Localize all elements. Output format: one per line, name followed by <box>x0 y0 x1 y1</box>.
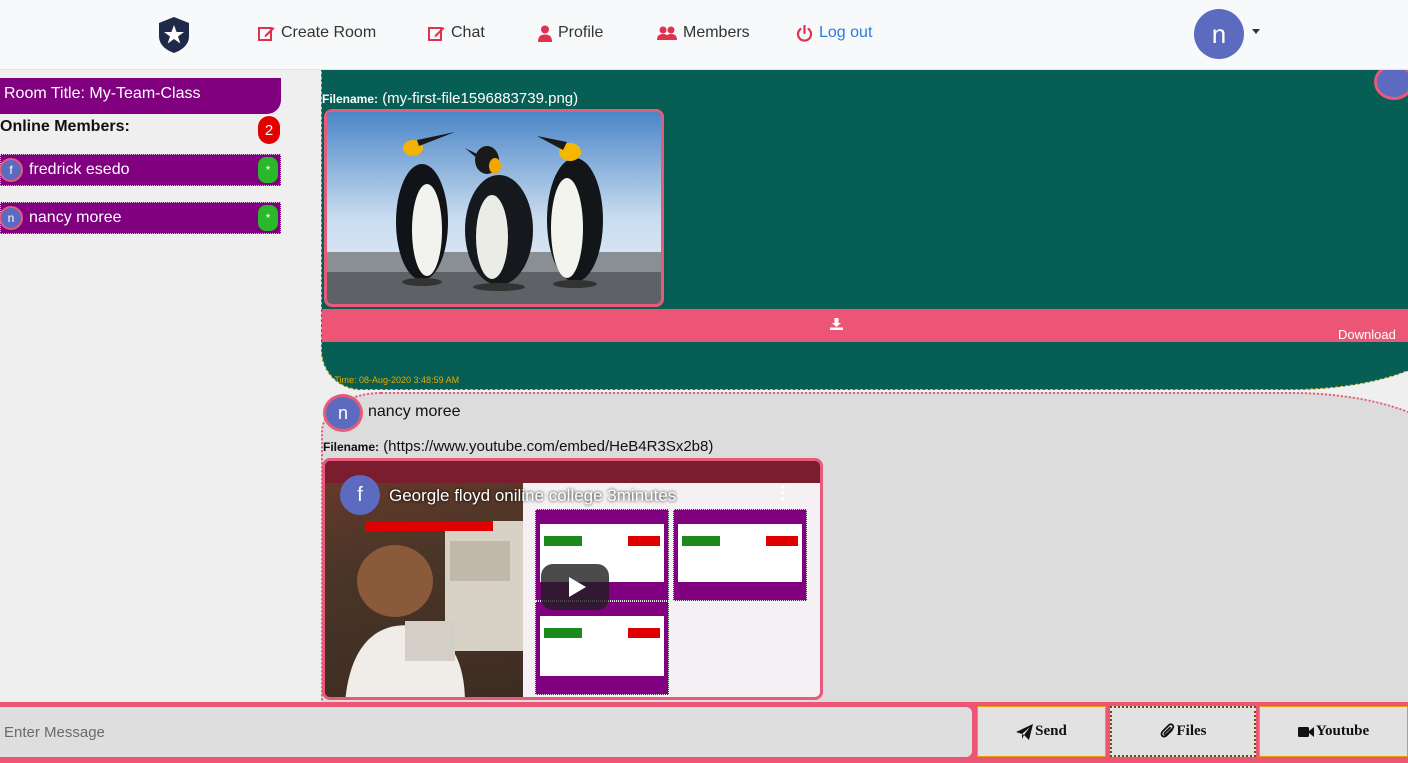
message-input[interactable] <box>0 707 972 757</box>
send-label: Send <box>1035 723 1067 739</box>
download-icon <box>830 318 843 330</box>
video-card <box>535 601 669 695</box>
nav-members[interactable]: Members <box>657 24 750 42</box>
message-bubble: fredrick esedo Filename: (my-first-file1… <box>321 64 1408 390</box>
play-icon <box>568 577 586 597</box>
member-item[interactable]: n nancy moree * <box>0 202 281 234</box>
video-stripe <box>365 521 493 531</box>
timestamp-value: Time: 08-Aug-2020 3:48:59 AM <box>334 375 460 385</box>
edit-icon <box>428 26 445 41</box>
filename-value: (my-first-file1596883739.png) <box>382 90 579 107</box>
nav-create-room[interactable]: Create Room <box>258 24 376 42</box>
power-icon <box>796 24 813 42</box>
message-timestamp: Time: 08-Aug-2020 3:48:59 AM <box>324 375 459 385</box>
message-filename: Filename: (my-first-file1596883739.png) <box>322 90 578 107</box>
video-camera-icon <box>1297 726 1314 737</box>
channel-avatar[interactable]: f <box>340 475 380 515</box>
user-avatar[interactable]: n <box>1194 9 1244 59</box>
nav-create-room-label: Create Room <box>281 24 377 41</box>
attachment-image[interactable] <box>324 109 664 307</box>
youtube-label: Youtube <box>1315 723 1370 739</box>
member-avatar: f <box>0 158 23 182</box>
sender-avatar: n <box>323 394 363 432</box>
filename-label: Filename: <box>322 92 379 106</box>
online-status-badge: * <box>258 157 278 183</box>
filename-value: (https://www.youtube.com/embed/HeB4R3Sx2… <box>383 438 714 455</box>
nav-logout-label: Log out <box>819 24 873 41</box>
nav-profile[interactable]: Profile <box>538 24 603 42</box>
online-count-badge: 2 <box>258 116 280 144</box>
online-members-label: Online Members: <box>0 118 130 135</box>
users-icon <box>657 26 677 40</box>
youtube-embed[interactable]: f Georgle floyd oniline college 3minutes <box>322 458 823 700</box>
more-vert-icon[interactable] <box>781 485 785 501</box>
send-button[interactable]: Send <box>977 706 1106 757</box>
navbar: Create Room Chat Profile Members Log out… <box>0 0 1408 70</box>
nav-logout[interactable]: Log out <box>796 24 872 42</box>
more-dots <box>781 485 785 501</box>
message-filename: Filename: (https://www.youtube.com/embed… <box>323 438 713 455</box>
edit-icon <box>258 26 275 41</box>
room-title: Room Title: My-Team-Class <box>0 78 281 114</box>
play-button[interactable] <box>541 564 609 610</box>
user-icon <box>538 25 552 42</box>
files-label: Files <box>1176 723 1207 739</box>
download-label: Download <box>1338 327 1396 342</box>
youtube-button[interactable]: Youtube <box>1259 706 1408 757</box>
video-card <box>673 509 807 601</box>
message-sender: nancy moree <box>368 403 461 420</box>
nav-chat-label: Chat <box>451 24 485 41</box>
video-title[interactable]: Georgle floyd oniline college 3minutes <box>389 486 676 506</box>
calendar-icon <box>324 376 332 383</box>
paperclip-icon <box>1160 723 1174 738</box>
download-button[interactable]: Download <box>322 309 1408 342</box>
penguins-image <box>327 112 661 304</box>
member-name: nancy moree <box>29 209 122 226</box>
video-topbar <box>325 461 820 483</box>
member-name: fredrick esedo <box>29 161 130 178</box>
member-item[interactable]: f fredrick esedo * <box>0 154 281 186</box>
member-avatar: n <box>0 206 23 230</box>
nav-profile-label: Profile <box>558 24 604 41</box>
paper-plane-icon <box>1016 723 1034 740</box>
filename-label: Filename: <box>323 440 380 454</box>
dropdown-caret-icon[interactable] <box>1252 29 1260 34</box>
nav-chat[interactable]: Chat <box>428 24 485 42</box>
nav-members-label: Members <box>683 24 750 41</box>
files-button[interactable]: Files <box>1110 706 1256 757</box>
online-status-badge: * <box>258 205 278 231</box>
shield-star-icon[interactable] <box>156 16 192 54</box>
